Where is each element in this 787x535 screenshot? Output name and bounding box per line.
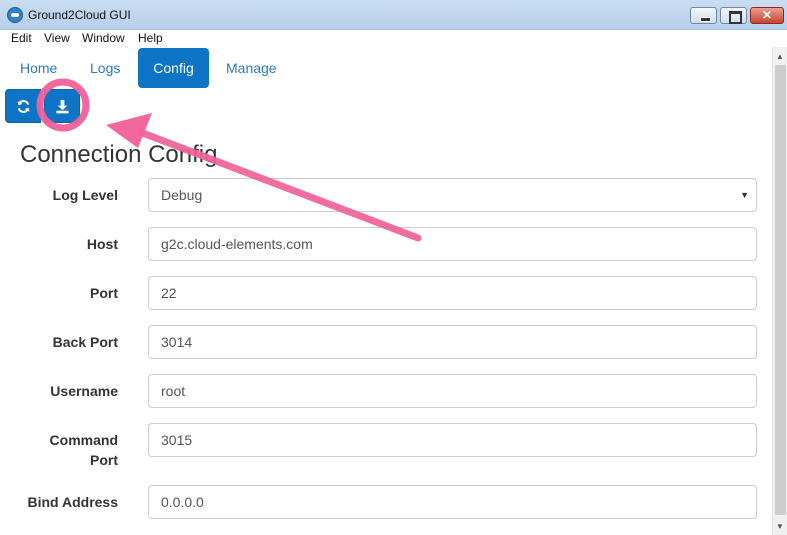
window-titlebar: Ground2Cloud GUI: [0, 0, 787, 30]
label-bind-address: Bind Address: [27, 494, 119, 510]
minimize-button[interactable]: [690, 7, 717, 24]
username-input[interactable]: root: [148, 374, 757, 408]
scroll-down-icon[interactable]: ▼: [776, 522, 784, 531]
label-host: Host: [86, 236, 118, 252]
close-button[interactable]: [750, 7, 784, 24]
menu-view[interactable]: View: [44, 31, 70, 45]
tab-config[interactable]: Config: [138, 48, 209, 88]
label-command-port-line1: Command: [49, 432, 118, 448]
maximize-button[interactable]: [720, 7, 747, 24]
download-icon: [56, 99, 69, 114]
menu-help[interactable]: Help: [138, 31, 163, 45]
back-port-input[interactable]: 3014: [148, 325, 757, 359]
log-level-value: Debug: [161, 187, 203, 203]
tab-manage[interactable]: Manage: [212, 48, 291, 88]
page-title: Connection Config: [20, 141, 218, 168]
scroll-up-icon[interactable]: ▲: [776, 52, 784, 61]
scroll-thumb[interactable]: [775, 65, 786, 515]
label-username: Username: [50, 383, 118, 399]
label-log-level: Log Level: [52, 187, 118, 203]
bind-address-input[interactable]: 0.0.0.0: [148, 485, 757, 519]
download-button[interactable]: [44, 89, 80, 123]
command-port-input[interactable]: 3015: [148, 423, 757, 457]
menu-edit[interactable]: Edit: [11, 31, 32, 45]
refresh-icon: [17, 100, 30, 113]
menubar: Edit View Window Help: [0, 30, 787, 47]
chevron-down-icon: ▼: [740, 190, 749, 200]
label-port: Port: [90, 285, 118, 301]
port-input[interactable]: 22: [148, 276, 757, 310]
refresh-button[interactable]: [5, 89, 41, 123]
vertical-scrollbar[interactable]: ▲ ▼: [772, 47, 787, 535]
label-command-port-line2: Port: [90, 452, 118, 468]
menu-window[interactable]: Window: [82, 31, 125, 45]
host-input[interactable]: g2c.cloud-elements.com: [148, 227, 757, 261]
tab-logs[interactable]: Logs: [76, 48, 134, 88]
app-cloud-icon: [7, 7, 23, 23]
tab-home[interactable]: Home: [6, 48, 71, 88]
log-level-select[interactable]: Debug ▼: [148, 178, 757, 212]
window-title: Ground2Cloud GUI: [28, 8, 131, 22]
label-back-port: Back Port: [52, 334, 118, 350]
